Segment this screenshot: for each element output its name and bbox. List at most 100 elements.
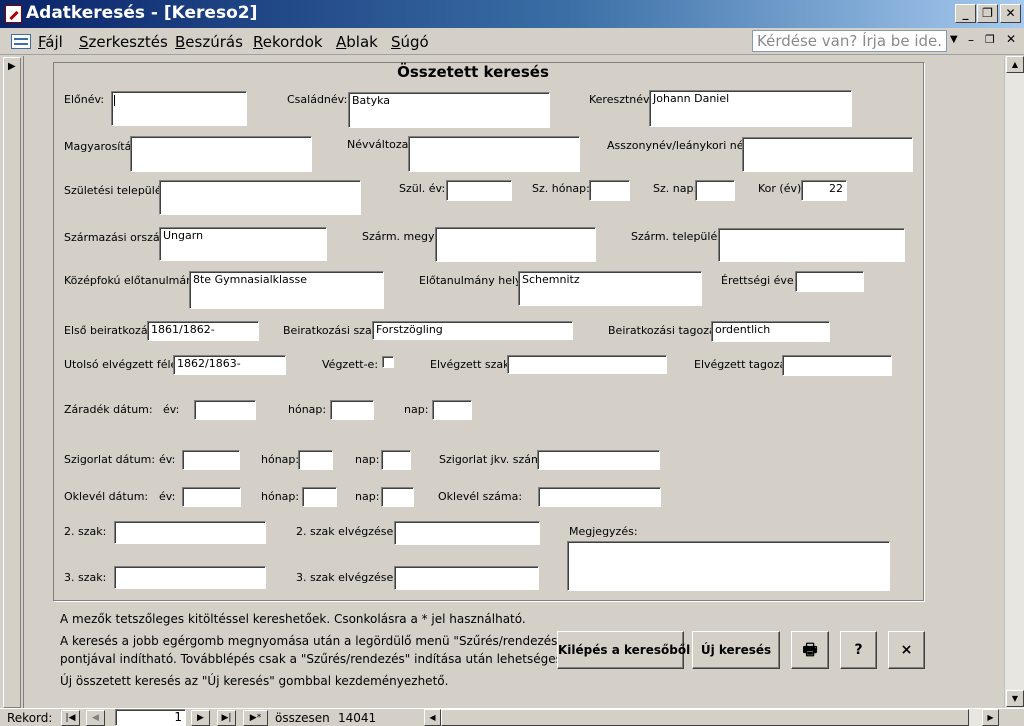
szigorlat-ev-input[interactable] bbox=[182, 450, 240, 470]
doc-close-button[interactable]: ✕ bbox=[1006, 32, 1016, 46]
szarm-orszag-input[interactable]: Ungarn bbox=[159, 227, 327, 261]
szigorlat-honap-input[interactable] bbox=[298, 450, 333, 470]
first-record-icon[interactable]: |◀ bbox=[61, 710, 80, 726]
close-form-button[interactable]: × bbox=[888, 631, 925, 669]
szarm-megye-input[interactable] bbox=[435, 227, 596, 262]
szak3-elvegzese-input[interactable] bbox=[394, 566, 539, 590]
vegzett-checkbox[interactable] bbox=[382, 356, 394, 368]
oklevel-ev-input[interactable] bbox=[182, 487, 241, 507]
keresztnev-label: Keresztnév: bbox=[589, 93, 653, 106]
scroll-left-icon[interactable]: ◀ bbox=[424, 709, 441, 726]
minimize-button[interactable]: _ bbox=[955, 4, 976, 23]
restore-button[interactable]: ❐ bbox=[977, 4, 998, 23]
menu-window[interactable]: Ablak bbox=[336, 33, 378, 51]
zaradek-nap-label: nap: bbox=[404, 403, 429, 416]
megjegyzes-input[interactable] bbox=[567, 541, 890, 591]
form-icon[interactable] bbox=[11, 34, 31, 49]
megjegyzes-label: Megjegyzés: bbox=[569, 525, 638, 538]
elso-beiratkozas-input[interactable]: 1861/1862- bbox=[147, 321, 259, 341]
elotanulmany-helye-input[interactable]: Schemnitz bbox=[518, 271, 702, 306]
last-record-icon[interactable]: ▶| bbox=[217, 710, 236, 726]
szigorlat-ev-label: év: bbox=[159, 453, 176, 466]
magyarositas-input[interactable] bbox=[130, 136, 312, 172]
print-icon[interactable]: 🖶 bbox=[791, 631, 829, 669]
zaradek-honap-input[interactable] bbox=[330, 400, 374, 420]
scroll-right-icon[interactable]: ▶ bbox=[982, 709, 999, 726]
record-label: Rekord: bbox=[7, 711, 53, 725]
exit-search-button[interactable]: Kilépés a keresőből bbox=[557, 631, 690, 669]
szul-ev-input[interactable] bbox=[446, 180, 512, 201]
oklevel-szama-label: Oklevél száma: bbox=[438, 490, 523, 503]
szarm-telepules-input[interactable] bbox=[718, 228, 905, 262]
record-number-input[interactable]: 1 bbox=[115, 709, 186, 726]
utolso-felev-label: Utolsó elvégzett félév: bbox=[64, 358, 187, 371]
erettsegi-input[interactable] bbox=[795, 271, 864, 292]
zaradek-ev-input[interactable] bbox=[194, 400, 256, 420]
menu-insert[interactable]: Beszúrás bbox=[175, 33, 243, 51]
zaradek-honap-label: hónap: bbox=[288, 403, 327, 416]
sz-honap-label: Sz. hónap: bbox=[532, 182, 590, 195]
sz-honap-input[interactable] bbox=[589, 180, 630, 201]
vegzett-label: Végzett-e: bbox=[322, 358, 379, 371]
oklevel-szama-input[interactable] bbox=[538, 487, 661, 507]
utolso-felev-input[interactable]: 1862/1863- bbox=[173, 355, 286, 375]
szigorlat-jkv-label: Szigorlat jkv. szám: bbox=[439, 453, 546, 466]
horizontal-scrollbar[interactable]: ◀ ▶ bbox=[424, 709, 999, 726]
szigorlat-label: Szigorlat dátum: bbox=[64, 453, 156, 466]
elvegzett-szak-input[interactable] bbox=[507, 355, 667, 374]
csaladnev-input[interactable]: Batyka bbox=[348, 92, 550, 128]
scroll-down-icon[interactable]: ▼ bbox=[1006, 690, 1024, 707]
text-cursor bbox=[114, 95, 115, 106]
beiratkozasi-tagozat-input[interactable]: ordentlich bbox=[711, 321, 830, 342]
help-dropdown-icon[interactable]: ▼ bbox=[950, 34, 958, 45]
szul-telepules-input[interactable] bbox=[159, 180, 361, 215]
szak2-input[interactable] bbox=[114, 521, 266, 544]
sz-nap-input[interactable] bbox=[695, 180, 735, 201]
app-icon[interactable] bbox=[5, 5, 22, 23]
keresztnev-input[interactable]: Johann Daniel bbox=[649, 90, 852, 127]
asszonynev-input[interactable] bbox=[742, 137, 913, 172]
next-record-icon[interactable]: ▶ bbox=[191, 710, 210, 726]
szigorlat-nap-input[interactable] bbox=[381, 450, 411, 470]
close-window-button[interactable]: ✕ bbox=[1000, 4, 1021, 23]
sz-nap-label: Sz. nap: bbox=[653, 182, 698, 195]
szarm-telepules-label: Szárm. település: bbox=[631, 230, 727, 243]
help-search-input[interactable]: Kérdése van? Írja be ide. bbox=[752, 30, 947, 52]
scroll-up-icon[interactable]: ▲ bbox=[1006, 56, 1024, 73]
szarm-orszag-label: Származási ország: bbox=[64, 231, 171, 244]
kozepfoku-input[interactable]: 8te Gymnasialklasse bbox=[189, 271, 384, 309]
oklevel-nap-input[interactable] bbox=[381, 487, 414, 507]
menu-file[interactable]: Fájl bbox=[38, 33, 63, 51]
erettsegi-label: Érettségi éve: bbox=[721, 274, 798, 287]
szak3-input[interactable] bbox=[114, 566, 266, 589]
beiratkozasi-szak-input[interactable]: Forstzögling bbox=[372, 321, 573, 340]
help-icon[interactable]: ? bbox=[840, 631, 877, 669]
nevvaltozat-input[interactable] bbox=[408, 136, 580, 172]
note-line-2: A keresés a jobb egérgomb megnyomása utá… bbox=[60, 634, 563, 648]
elonev-label: Előnév: bbox=[64, 93, 105, 106]
szak2-label: 2. szak: bbox=[64, 525, 107, 538]
szul-ev-label: Szül. év: bbox=[399, 182, 446, 195]
szigorlat-jkv-input[interactable] bbox=[537, 450, 660, 470]
record-total: 14041 bbox=[338, 711, 377, 725]
oklevel-honap-input[interactable] bbox=[302, 487, 337, 507]
zaradek-nap-input[interactable] bbox=[432, 400, 472, 420]
kor-input[interactable]: 22 bbox=[801, 180, 847, 201]
doc-restore-button[interactable]: ❐ bbox=[985, 33, 995, 46]
szak2-elvegzese-input[interactable] bbox=[394, 521, 540, 545]
menu-edit[interactable]: Szerkesztés bbox=[79, 33, 168, 51]
kor-label: Kor (év): bbox=[758, 182, 805, 195]
menu-help[interactable]: Súgó bbox=[391, 33, 429, 51]
elonev-input[interactable] bbox=[111, 91, 247, 126]
scroll-thumb[interactable] bbox=[441, 709, 969, 726]
new-search-button[interactable]: Új keresés bbox=[692, 631, 780, 669]
elvegzett-tagozat-input[interactable] bbox=[782, 355, 892, 376]
vertical-scrollbar[interactable]: ▲ ▼ bbox=[1004, 56, 1024, 708]
record-selector[interactable]: ▶ bbox=[3, 57, 21, 708]
note-line-3: pontjával indítható. Továbblépés csak a … bbox=[60, 652, 566, 666]
new-record-icon[interactable]: ▶* bbox=[243, 710, 268, 726]
prev-record-icon[interactable]: ◀ bbox=[86, 710, 105, 726]
menu-records[interactable]: Rekordok bbox=[253, 33, 323, 51]
szak2-elvegzese-label: 2. szak elvégzése: bbox=[296, 525, 397, 538]
doc-minimize-button[interactable]: – bbox=[968, 33, 974, 47]
